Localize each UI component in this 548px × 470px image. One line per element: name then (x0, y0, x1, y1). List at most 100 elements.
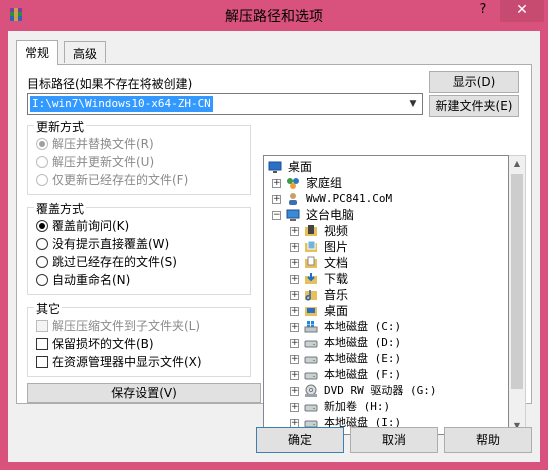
drive-icon (304, 340, 318, 348)
cancel-button[interactable]: 取消 (350, 427, 438, 453)
tree-item-label: 本地磁盘 (F:) (324, 368, 402, 381)
drive-icon (304, 356, 318, 364)
radio-icon[interactable] (36, 274, 48, 286)
misc-option-keep-broken-label: 保留损坏的文件(B) (52, 337, 154, 351)
folder-tree[interactable]: 桌面 + 家庭组 + WwW.PC841.CoM − 这台电脑 + 视频 + 图… (263, 155, 509, 435)
expand-icon[interactable]: + (272, 179, 281, 188)
collapse-icon[interactable]: − (272, 211, 281, 220)
expand-icon[interactable]: + (290, 307, 299, 316)
new-folder-button[interactable]: 新建文件夹(E) (429, 95, 519, 117)
drive-icon (304, 404, 318, 412)
radio-icon[interactable] (36, 220, 48, 232)
misc-option-show-in-explorer[interactable]: 在资源管理器中显示文件(X) (36, 354, 202, 370)
expand-icon[interactable]: + (290, 387, 299, 396)
tree-item-downloads[interactable]: + 下载 (290, 271, 490, 287)
overwrite-option-rename-label: 自动重命名(N) (52, 273, 131, 287)
update-option-update[interactable]: 解压并更新文件(U) (36, 154, 154, 170)
overwrite-option-skip[interactable]: 跳过已经存在的文件(S) (36, 254, 177, 270)
destination-path-combobox[interactable]: I:\win7\Windows10-x64-ZH-CN ▼ (27, 93, 423, 115)
tree-item-music[interactable]: + 音乐 (290, 287, 490, 303)
desktop-icon (268, 161, 282, 173)
show-button[interactable]: 显示(D) (429, 71, 519, 93)
update-option-existing[interactable]: 仅更新已经存在的文件(F) (36, 172, 188, 188)
save-settings-button[interactable]: 保存设置(V) (27, 383, 261, 403)
help-button[interactable]: 帮助 (444, 427, 532, 453)
expand-icon[interactable]: + (290, 323, 299, 332)
tree-scrollbar[interactable]: ▲ ▼ (509, 155, 526, 435)
tree-item-drive-e[interactable]: + 本地磁盘 (E:) (290, 351, 490, 367)
homegroup-icon (287, 178, 299, 189)
computer-icon (286, 209, 300, 221)
expand-icon[interactable]: + (290, 259, 299, 268)
desktop-folder-icon (305, 307, 317, 316)
expand-icon[interactable]: + (290, 275, 299, 284)
tree-item-drive-c[interactable]: + 本地磁盘 (C:) (290, 319, 490, 335)
overwrite-mode-title: 覆盖方式 (34, 200, 87, 217)
overwrite-option-ask-label: 覆盖前询问(K) (52, 219, 130, 233)
radio-icon[interactable] (36, 156, 48, 168)
title-bar[interactable]: 解压路径和选项 ? ✕ (0, 0, 548, 30)
tree-item-label: 本地磁盘 (C:) (324, 320, 402, 333)
update-option-update-label: 解压并更新文件(U) (52, 155, 155, 169)
expand-icon[interactable]: + (290, 227, 299, 236)
tab-advanced[interactable]: 高级 (64, 41, 107, 63)
windows-drive-icon (304, 321, 318, 333)
expand-icon[interactable]: + (290, 291, 299, 300)
misc-option-subfolder[interactable]: 解压压缩文件到子文件夹(L) (36, 318, 200, 334)
videos-folder-icon (305, 225, 317, 236)
radio-icon[interactable] (36, 256, 48, 268)
overwrite-option-rename[interactable]: 自动重命名(N) (36, 272, 130, 288)
checkbox-icon[interactable] (36, 356, 48, 368)
radio-icon[interactable] (36, 174, 48, 186)
pictures-folder-icon (305, 240, 317, 252)
overwrite-option-overwrite[interactable]: 没有提示直接覆盖(W) (36, 236, 169, 252)
tree-item-drive-h[interactable]: + 新加卷 (H:) (290, 399, 490, 415)
tree-item-pictures[interactable]: + 图片 (290, 239, 490, 255)
overwrite-mode-group: 覆盖方式 覆盖前询问(K) 没有提示直接覆盖(W) 跳过已经存在的文件(S) 自… (27, 200, 251, 295)
tree-item-documents[interactable]: + 文档 (290, 255, 490, 271)
expand-icon[interactable]: + (290, 371, 299, 380)
ok-button[interactable]: 确定 (256, 427, 344, 453)
close-button[interactable]: ✕ (500, 0, 544, 22)
tree-item-homegroup[interactable]: + 家庭组 (272, 175, 472, 191)
checkbox-icon[interactable] (36, 320, 48, 332)
dialog-client-area: 常规 高级 目标路径(如果不存在将被创建) I:\win7\Windows10-… (8, 31, 540, 462)
misc-option-show-in-explorer-label: 在资源管理器中显示文件(X) (52, 355, 202, 369)
dialog-window: 解压路径和选项 ? ✕ 常规 高级 目标路径(如果不存在将被创建) I:\win… (0, 0, 548, 470)
help-title-button[interactable]: ? (472, 0, 494, 22)
expand-icon[interactable]: + (272, 195, 281, 204)
radio-icon[interactable] (36, 138, 48, 150)
expand-icon[interactable]: + (290, 243, 299, 252)
tree-item-this-pc[interactable]: − 这台电脑 (272, 207, 472, 223)
scroll-up-icon[interactable]: ▲ (509, 156, 525, 172)
tree-item-label: 音乐 (324, 288, 349, 302)
destination-path-value[interactable]: I:\win7\Windows10-x64-ZH-CN (30, 96, 213, 112)
music-folder-icon (305, 290, 317, 301)
checkbox-icon[interactable] (36, 338, 48, 350)
tree-item-desktop[interactable]: + 桌面 (290, 303, 490, 319)
expand-icon[interactable]: + (290, 355, 299, 364)
expand-icon[interactable]: + (290, 403, 299, 412)
radio-icon[interactable] (36, 238, 48, 250)
update-option-replace[interactable]: 解压并替换文件(R) (36, 136, 154, 152)
overwrite-option-ask[interactable]: 覆盖前询问(K) (36, 218, 129, 234)
overwrite-option-overwrite-label: 没有提示直接覆盖(W) (52, 237, 170, 251)
chevron-down-icon[interactable]: ▼ (404, 94, 422, 114)
misc-title: 其它 (34, 300, 63, 317)
tree-item-label: 视频 (324, 224, 349, 238)
overwrite-option-skip-label: 跳过已经存在的文件(S) (52, 255, 177, 269)
tree-item-videos[interactable]: + 视频 (290, 223, 490, 239)
scroll-thumb[interactable] (511, 174, 523, 389)
tree-item-dvd-drive[interactable]: + DVD RW 驱动器 (G:) (290, 383, 500, 399)
tree-item-desktop-root[interactable]: 桌面 (268, 159, 468, 175)
tree-item-label: 本地磁盘 (D:) (324, 336, 402, 349)
tree-item-user[interactable]: + WwW.PC841.CoM (272, 191, 472, 207)
tree-item-drive-f[interactable]: + 本地磁盘 (F:) (290, 367, 490, 383)
expand-icon[interactable]: + (290, 339, 299, 348)
drive-icon (304, 372, 318, 380)
tree-item-drive-d[interactable]: + 本地磁盘 (D:) (290, 335, 490, 351)
tab-general[interactable]: 常规 (16, 40, 59, 65)
misc-option-keep-broken[interactable]: 保留损坏的文件(B) (36, 336, 154, 352)
tree-item-label: 家庭组 (306, 176, 343, 190)
user-icon (289, 193, 297, 205)
